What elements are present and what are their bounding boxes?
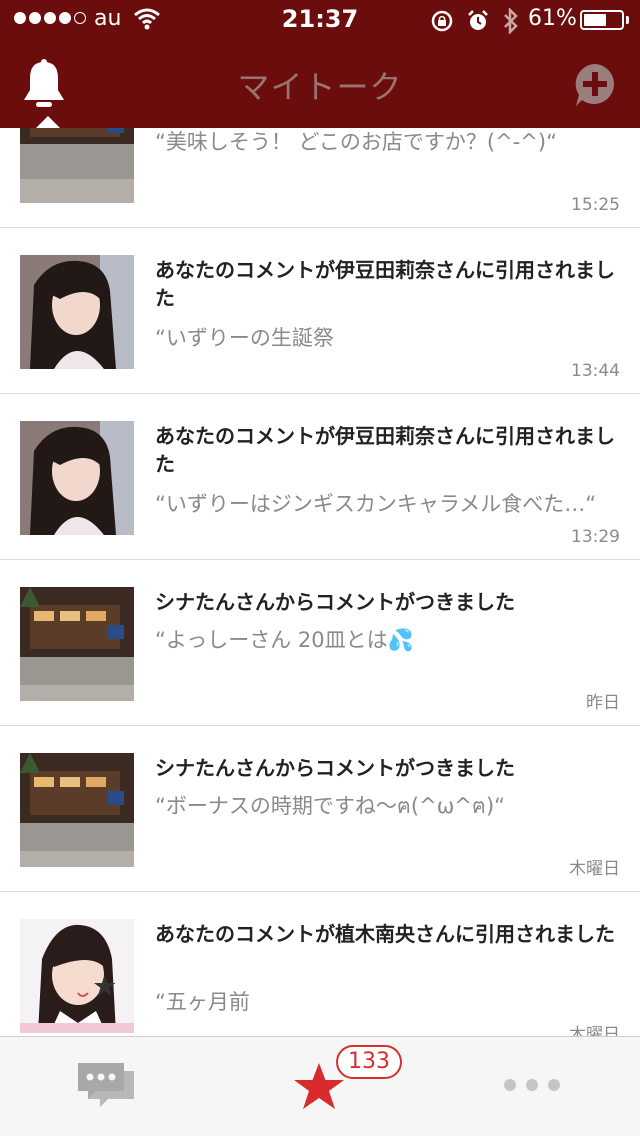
item-title: あなたのコメントが伊豆田莉奈さんに引用されました xyxy=(155,258,615,310)
person-photo-thumbnail xyxy=(20,255,134,369)
item-preview: “五ヶ月前 xyxy=(155,990,250,1014)
item-preview: “ボーナスの時期ですね〜ฅ(^ω^ฅ)“ xyxy=(155,794,506,818)
store-photo-thumbnail xyxy=(20,587,134,701)
person-photo-thumbnail xyxy=(20,421,134,535)
store-photo-thumbnail xyxy=(20,753,134,867)
rotation-lock-icon xyxy=(431,10,453,32)
list-item[interactable]: シナたんさんからコメントがつきました “よっしーさん 20皿とは💦 昨日 xyxy=(0,560,640,726)
page-title: マイトーク xyxy=(237,68,403,106)
item-title: シナたんさんからコメントがつきました xyxy=(155,590,515,614)
item-time: 13:29 xyxy=(571,527,620,547)
list-item[interactable]: あなたのコメントが植木南央さんに引用されました “五ヶ月前 木曜日 xyxy=(0,892,640,1036)
tab-indicator xyxy=(36,116,60,128)
notification-list: “美味しそう！ どこのお店ですか？(^-^)“ 15:25 あなたのコメントが伊… xyxy=(0,0,640,1036)
alarm-icon xyxy=(468,10,488,30)
battery-percent: 61% xyxy=(528,6,577,31)
battery-icon xyxy=(580,10,624,30)
chat-icon[interactable] xyxy=(76,1061,136,1111)
item-preview: “美味しそう！ どこのお店ですか？(^-^)“ xyxy=(155,130,557,154)
idol-photo-thumbnail xyxy=(20,919,134,1033)
item-time: 15:25 xyxy=(571,195,620,215)
item-time: 木曜日 xyxy=(569,859,620,879)
list-item[interactable]: シナたんさんからコメントがつきました “ボーナスの時期ですね〜ฅ(^ω^ฅ)“ … xyxy=(0,726,640,892)
item-time: 木曜日 xyxy=(569,1025,620,1036)
item-preview: “いずりーはジンギスカンキャラメル食べた…“ xyxy=(155,492,597,516)
status-bar: au 21:37 61% xyxy=(0,0,640,40)
notification-badge: 133 xyxy=(336,1045,402,1079)
item-title: あなたのコメントが伊豆田莉奈さんに引用されました xyxy=(155,424,615,476)
item-preview: “いずりーの生誕祭 xyxy=(155,326,334,350)
item-title: あなたのコメントが植木南央さんに引用されました xyxy=(155,922,615,946)
item-time: 13:44 xyxy=(571,361,620,381)
item-preview: “よっしーさん 20皿とは💦 xyxy=(155,628,414,652)
item-time: 昨日 xyxy=(586,693,620,713)
more-icon[interactable] xyxy=(504,1079,560,1091)
list-item[interactable]: あなたのコメントが伊豆田莉奈さんに引用されました “いずりーの生誕祭 13:44 xyxy=(0,228,640,394)
bottom-tab-bar: 133 xyxy=(0,1036,640,1136)
app-header: au 21:37 61% マイトーク xyxy=(0,0,640,128)
bluetooth-icon xyxy=(504,8,518,34)
item-title: シナたんさんからコメントがつきました xyxy=(155,756,515,780)
list-item[interactable]: あなたのコメントが伊豆田莉奈さんに引用されました “いずりーはジンギスカンキャラ… xyxy=(0,394,640,560)
add-comment-icon[interactable] xyxy=(572,62,618,108)
